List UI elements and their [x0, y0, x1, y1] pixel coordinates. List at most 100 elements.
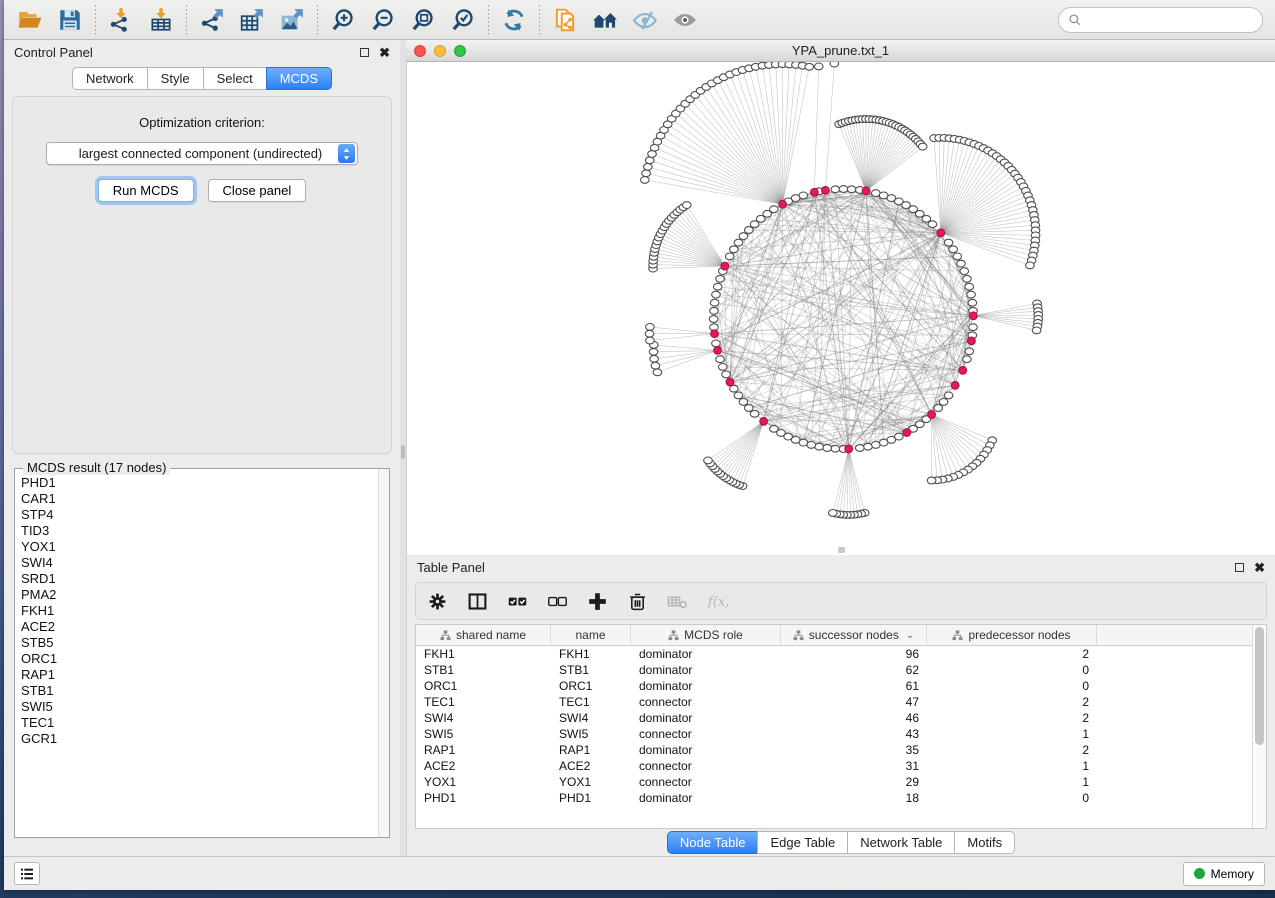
mcds-result-item[interactable]: SWI4 — [21, 555, 378, 571]
task-history-button[interactable] — [14, 862, 40, 885]
cell-predecessor_nodes: 1 — [927, 774, 1097, 790]
table-row[interactable]: SWI5SWI5connector431 — [416, 726, 1252, 742]
mcds-result-item[interactable]: TID3 — [21, 523, 378, 539]
maximize-window-icon[interactable] — [454, 45, 466, 57]
settings-button[interactable] — [424, 588, 450, 614]
mcds-result-item[interactable]: CAR1 — [21, 491, 378, 507]
network-graph[interactable] — [407, 62, 1275, 555]
mcds-result-item[interactable]: PHD1 — [21, 475, 378, 491]
table-row[interactable]: ORC1ORC1dominator610 — [416, 678, 1252, 694]
tab-mcds[interactable]: MCDS — [266, 67, 332, 90]
cell-name: RAP1 — [551, 742, 631, 758]
mcds-result-item[interactable]: PMA2 — [21, 587, 378, 603]
search-icon — [1068, 13, 1082, 27]
table-row[interactable]: STB1STB1dominator620 — [416, 662, 1252, 678]
table-row[interactable]: ACE2ACE2connector311 — [416, 758, 1252, 774]
mcds-list-scrollbar[interactable] — [378, 469, 389, 837]
cell-predecessor_nodes: 0 — [927, 678, 1097, 694]
duplicate-network-button[interactable] — [545, 3, 585, 37]
table-row[interactable]: RAP1RAP1dominator352 — [416, 742, 1252, 758]
column-header-shared_name[interactable]: shared name — [416, 625, 551, 645]
show-all-button[interactable] — [665, 3, 705, 37]
mcds-result-item[interactable]: YOX1 — [21, 539, 378, 555]
import-table-button[interactable] — [141, 3, 181, 37]
cell-predecessor_nodes: 2 — [927, 694, 1097, 710]
mcds-result-item[interactable]: ORC1 — [21, 651, 378, 667]
save-session-button[interactable] — [50, 3, 90, 37]
column-header-successor_nodes[interactable]: successor nodes⌄ — [781, 625, 927, 645]
export-table-button[interactable] — [232, 3, 272, 37]
mcds-result-item[interactable]: RAP1 — [21, 667, 378, 683]
mcds-result-item[interactable]: SWI5 — [21, 699, 378, 715]
tab-network[interactable]: Network — [72, 67, 148, 90]
first-neighbors-button[interactable] — [585, 3, 625, 37]
table-row[interactable]: YOX1YOX1connector291 — [416, 774, 1252, 790]
add-column-button[interactable] — [584, 588, 610, 614]
criterion-dropdown[interactable]: largest connected component (undirected) — [46, 142, 358, 165]
column-header-mcds_role[interactable]: MCDS role — [631, 625, 781, 645]
close-window-icon[interactable] — [414, 45, 426, 57]
zoom-out-button[interactable] — [363, 3, 403, 37]
tab-style[interactable]: Style — [147, 67, 204, 90]
table-row[interactable]: FKH1FKH1dominator962 — [416, 646, 1252, 662]
mcds-result-item[interactable]: FKH1 — [21, 603, 378, 619]
close-panel-button[interactable]: Close panel — [208, 179, 307, 202]
search-box[interactable] — [1058, 7, 1263, 33]
memory-button[interactable]: Memory — [1183, 862, 1265, 886]
tab-motifs[interactable]: Motifs — [954, 831, 1015, 854]
table-scrollbar[interactable] — [1252, 625, 1266, 828]
refresh-button[interactable] — [494, 3, 534, 37]
tab-node-table[interactable]: Node Table — [667, 831, 759, 854]
horizontal-splitter-grip[interactable] — [838, 547, 845, 553]
mcds-result-item[interactable]: STP4 — [21, 507, 378, 523]
network-canvas[interactable] — [406, 62, 1275, 555]
tab-select[interactable]: Select — [203, 67, 267, 90]
zoom-fit-button[interactable] — [403, 3, 443, 37]
mcds-result-item[interactable]: GCR1 — [21, 731, 378, 747]
zoom-in-button[interactable] — [323, 3, 363, 37]
split-view-icon — [467, 591, 488, 612]
table-scrollbar-thumb[interactable] — [1255, 627, 1264, 745]
mcds-result-item[interactable]: STB5 — [21, 635, 378, 651]
select-all-checkboxes-button[interactable] — [504, 588, 530, 614]
float-panel-icon[interactable] — [360, 48, 369, 57]
tab-network-table[interactable]: Network Table — [847, 831, 955, 854]
sort-chevron-icon[interactable]: ⌄ — [906, 630, 914, 641]
right-column: YPA_prune.txt_1 Table Panel ✖ f(x) — [406, 40, 1275, 856]
mcds-result-list[interactable]: PHD1CAR1STP4TID3YOX1SWI4SRD1PMA2FKH1ACE2… — [15, 469, 378, 837]
column-header-predecessor_nodes[interactable]: predecessor nodes — [927, 625, 1097, 645]
table-float-panel-icon[interactable] — [1235, 563, 1244, 572]
cell-name: ACE2 — [551, 758, 631, 774]
run-mcds-button[interactable]: Run MCDS — [98, 179, 194, 202]
minimize-window-icon[interactable] — [434, 45, 446, 57]
zoom-in-icon — [330, 7, 356, 33]
network-window-title: YPA_prune.txt_1 — [406, 43, 1275, 58]
export-image-button[interactable] — [272, 3, 312, 37]
open-file-button[interactable] — [10, 3, 50, 37]
zoom-selected-button[interactable] — [443, 3, 483, 37]
table-panel: Table Panel ✖ f(x) shared namenameMCDS r… — [406, 555, 1275, 856]
cell-mcds_role: dominator — [631, 646, 781, 662]
search-input[interactable] — [1087, 13, 1253, 27]
main-area: Control Panel ✖ NetworkStyleSelectMCDS O… — [4, 40, 1275, 856]
mcds-result-item[interactable]: TEC1 — [21, 715, 378, 731]
network-window-titlebar: YPA_prune.txt_1 — [406, 40, 1275, 62]
split-view-button[interactable] — [464, 588, 490, 614]
delete-column-button[interactable] — [624, 588, 650, 614]
mcds-result-item[interactable]: STB1 — [21, 683, 378, 699]
mcds-result-item[interactable]: ACE2 — [21, 619, 378, 635]
cell-shared_name: STB1 — [416, 662, 551, 678]
mcds-result-item[interactable]: SRD1 — [21, 571, 378, 587]
table-row[interactable]: SWI4SWI4dominator462 — [416, 710, 1252, 726]
export-network-button[interactable] — [192, 3, 232, 37]
splitter-grip[interactable] — [401, 445, 405, 459]
table-row[interactable]: PHD1PHD1dominator180 — [416, 790, 1252, 806]
table-close-panel-icon[interactable]: ✖ — [1254, 561, 1265, 574]
column-header-name[interactable]: name — [551, 625, 631, 645]
close-panel-icon[interactable]: ✖ — [379, 46, 390, 59]
table-row[interactable]: TEC1TEC1connector472 — [416, 694, 1252, 710]
tab-edge-table[interactable]: Edge Table — [757, 831, 848, 854]
deselect-all-checkboxes-button[interactable] — [544, 588, 570, 614]
hide-selected-button[interactable] — [625, 3, 665, 37]
import-network-button[interactable] — [101, 3, 141, 37]
